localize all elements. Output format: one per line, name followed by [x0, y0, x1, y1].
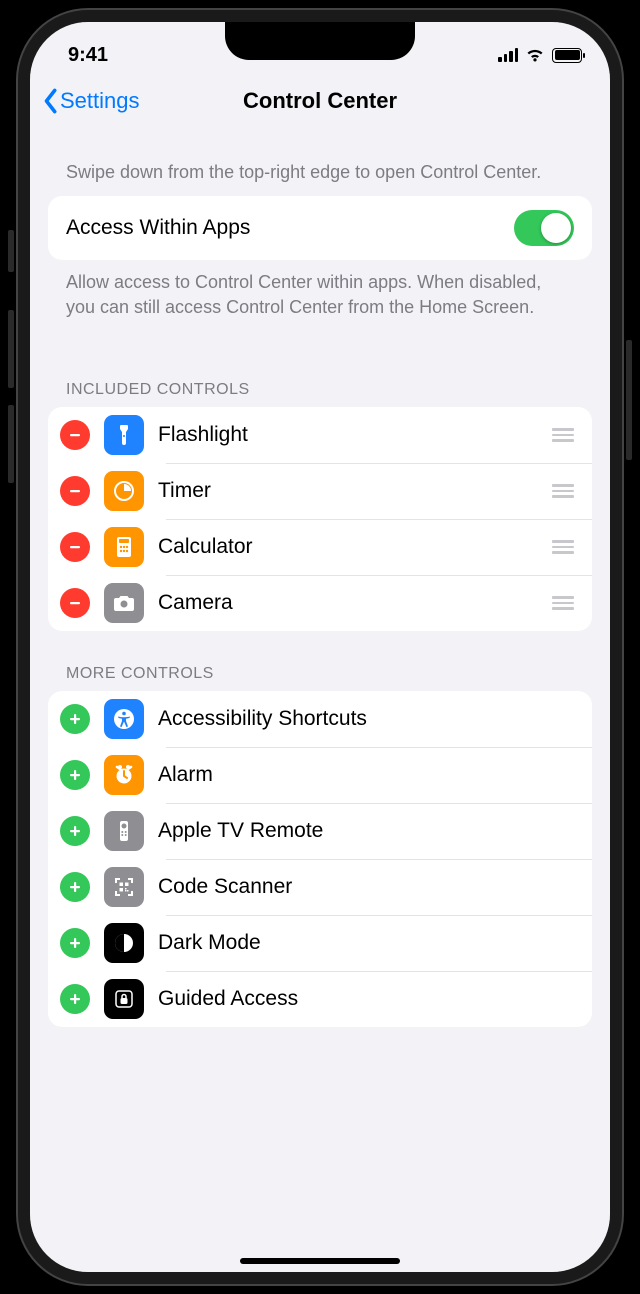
remove-button[interactable]: [60, 420, 90, 450]
control-label: Dark Mode: [158, 931, 578, 955]
access-within-apps-row[interactable]: Access Within Apps: [48, 196, 592, 260]
flashlight-icon: [104, 415, 144, 455]
control-label: Code Scanner: [158, 875, 578, 899]
more-controls-list: Accessibility Shortcuts Alarm Apple TV Rem…: [48, 691, 592, 1027]
add-button[interactable]: [60, 984, 90, 1014]
control-row: Timer: [48, 463, 592, 519]
camera-icon: [104, 583, 144, 623]
back-button[interactable]: Settings: [42, 88, 140, 114]
remove-button[interactable]: [60, 476, 90, 506]
control-row: Calculator: [48, 519, 592, 575]
drag-handle-icon[interactable]: [552, 540, 578, 554]
phone-frame: 9:41 Settings Control Center Swipe down …: [18, 10, 622, 1284]
drag-handle-icon[interactable]: [552, 484, 578, 498]
add-button[interactable]: [60, 872, 90, 902]
control-row: Alarm: [48, 747, 592, 803]
add-button[interactable]: [60, 928, 90, 958]
control-row: Guided Access: [48, 971, 592, 1027]
control-row: Camera: [48, 575, 592, 631]
accessibility-icon: [104, 699, 144, 739]
lock-icon: [104, 979, 144, 1019]
control-row: Dark Mode: [48, 915, 592, 971]
control-label: Timer: [158, 479, 538, 503]
back-label: Settings: [60, 88, 140, 114]
remote-icon: [104, 811, 144, 851]
add-button[interactable]: [60, 816, 90, 846]
drag-handle-icon[interactable]: [552, 596, 578, 610]
status-time: 9:41: [68, 44, 108, 67]
control-label: Apple TV Remote: [158, 819, 578, 843]
control-label: Camera: [158, 591, 538, 615]
notch: [225, 22, 415, 60]
add-button[interactable]: [60, 704, 90, 734]
chevron-left-icon: [42, 88, 58, 114]
add-button[interactable]: [60, 760, 90, 790]
home-indicator[interactable]: [240, 1258, 400, 1264]
control-label: Guided Access: [158, 987, 578, 1011]
control-label: Alarm: [158, 763, 578, 787]
remove-button[interactable]: [60, 588, 90, 618]
control-row: Apple TV Remote: [48, 803, 592, 859]
timer-icon: [104, 471, 144, 511]
access-card: Access Within Apps: [48, 196, 592, 260]
nav-bar: Settings Control Center: [30, 76, 610, 128]
cellular-icon: [498, 48, 518, 62]
battery-icon: [552, 48, 582, 63]
included-controls-list: Flashlight Timer Calculator Camera: [48, 407, 592, 631]
access-toggle[interactable]: [514, 210, 574, 246]
control-row: Accessibility Shortcuts: [48, 691, 592, 747]
qr-icon: [104, 867, 144, 907]
more-header: MORE CONTROLS: [48, 631, 592, 691]
wifi-icon: [525, 48, 545, 63]
access-footer: Allow access to Control Center within ap…: [48, 260, 592, 331]
remove-button[interactable]: [60, 532, 90, 562]
control-row: Code Scanner: [48, 859, 592, 915]
darkmode-icon: [104, 923, 144, 963]
calculator-icon: [104, 527, 144, 567]
intro-text: Swipe down from the top-right edge to op…: [48, 128, 592, 196]
control-label: Flashlight: [158, 423, 538, 447]
drag-handle-icon[interactable]: [552, 428, 578, 442]
toggle-label: Access Within Apps: [66, 216, 250, 240]
control-label: Accessibility Shortcuts: [158, 707, 578, 731]
alarm-icon: [104, 755, 144, 795]
included-header: INCLUDED CONTROLS: [48, 331, 592, 407]
control-row: Flashlight: [48, 407, 592, 463]
control-label: Calculator: [158, 535, 538, 559]
